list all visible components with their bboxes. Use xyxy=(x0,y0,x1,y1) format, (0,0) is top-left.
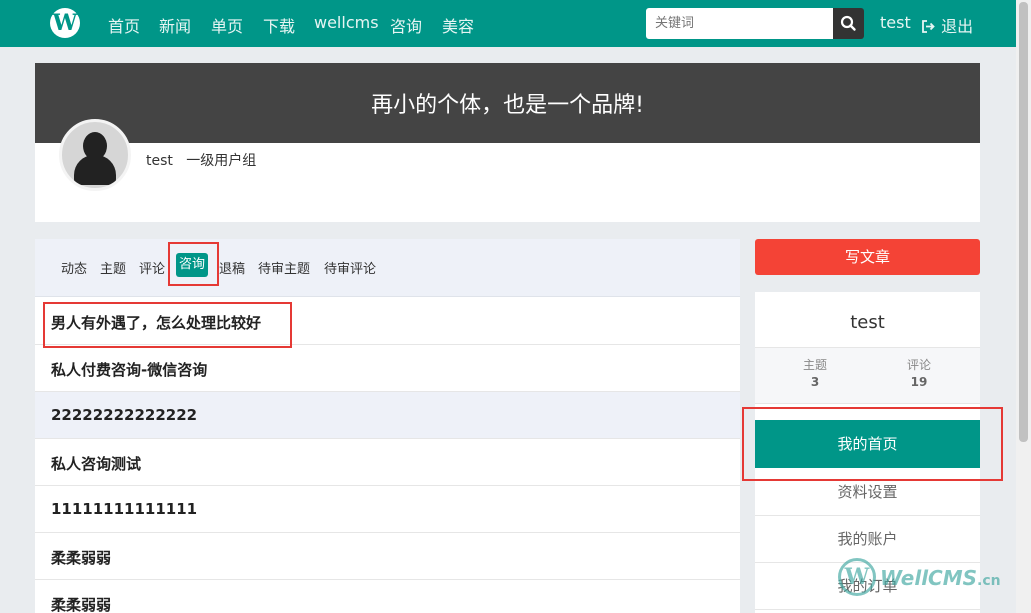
tab-threads[interactable]: 主题 xyxy=(100,258,126,277)
site-logo[interactable]: W xyxy=(50,8,80,38)
annotation-box-tab xyxy=(168,242,219,286)
stat-comments: 评论 19 xyxy=(879,356,959,389)
list-item[interactable]: 22222222222222 xyxy=(35,392,740,439)
list-item-title[interactable]: 私人付费咨询-微信咨询 xyxy=(51,359,207,380)
top-navbar: W 首页 新闻 单页 下载 wellcms 咨询 美容 test 退出 xyxy=(0,0,1016,47)
stat-threads: 主题 3 xyxy=(775,356,855,389)
tab-rejected[interactable]: 退稿 xyxy=(219,258,245,277)
tab-pending-comments[interactable]: 待审评论 xyxy=(324,258,376,277)
avatar-body-shape xyxy=(74,155,116,185)
side-username: test xyxy=(755,292,980,348)
tab-pending-threads[interactable]: 待审主题 xyxy=(258,258,310,277)
nav-item-page[interactable]: 单页 xyxy=(211,13,243,37)
stat-threads-label: 主题 xyxy=(802,358,827,372)
watermark-logo: W xyxy=(838,558,876,596)
search-button[interactable] xyxy=(833,8,864,39)
logout-link[interactable]: 退出 xyxy=(921,13,973,37)
annotation-box-item xyxy=(43,302,292,348)
nav-username[interactable]: test xyxy=(880,13,911,32)
nav-item-news[interactable]: 新闻 xyxy=(159,13,191,37)
list-item[interactable]: 柔柔弱弱 xyxy=(35,580,740,613)
logout-label: 退出 xyxy=(941,17,974,36)
nav-item-consult[interactable]: 咨询 xyxy=(390,13,422,37)
side-link-my-account[interactable]: 我的账户 xyxy=(755,516,980,563)
tab-comments[interactable]: 评论 xyxy=(139,258,165,277)
user-avatar[interactable] xyxy=(59,119,131,191)
list-item[interactable]: 私人咨询测试 xyxy=(35,439,740,486)
list-item-title[interactable]: 11111111111111 xyxy=(51,500,197,518)
nav-item-download[interactable]: 下载 xyxy=(263,13,295,37)
nav-item-wellcms[interactable]: wellcms xyxy=(314,13,379,32)
watermark-suffix: .cn xyxy=(977,573,1001,589)
search-icon xyxy=(840,15,856,31)
content-card: 动态 主题 评论 咨询 退稿 待审主题 待审评论 男人有外遇了，怎么处理比较好 … xyxy=(35,239,740,613)
profile-banner: 再小的个体，也是一个品牌! xyxy=(35,63,980,143)
list-item[interactable]: 11111111111111 xyxy=(35,486,740,533)
profile-info: test 一级用户组 xyxy=(146,150,256,170)
page-scrollbar[interactable] xyxy=(1016,0,1031,613)
banner-slogan: 再小的个体，也是一个品牌! xyxy=(371,93,644,118)
nav-item-home[interactable]: 首页 xyxy=(108,13,140,37)
list-item-title[interactable]: 22222222222222 xyxy=(51,406,197,424)
scrollbar-thumb[interactable] xyxy=(1019,2,1028,442)
profile-group: 一级用户组 xyxy=(186,153,257,169)
tab-activity[interactable]: 动态 xyxy=(61,258,87,277)
watermark-text: WellCMS.cn xyxy=(880,566,1001,590)
stat-threads-value: 3 xyxy=(810,375,820,389)
logout-icon xyxy=(922,20,935,33)
list-item-title[interactable]: 私人咨询测试 xyxy=(51,453,141,474)
user-stats: 主题 3 评论 19 xyxy=(755,348,980,404)
list-item-title[interactable]: 柔柔弱弱 xyxy=(51,547,111,568)
stat-comments-label: 评论 xyxy=(906,358,931,372)
search-input[interactable] xyxy=(646,8,834,39)
annotation-box-home xyxy=(742,407,1003,481)
tab-bar: 动态 主题 评论 咨询 退稿 待审主题 待审评论 xyxy=(35,239,740,297)
write-article-button[interactable]: 写文章 xyxy=(755,239,980,275)
profile-username: test xyxy=(146,153,173,169)
list-item[interactable]: 私人付费咨询-微信咨询 xyxy=(35,345,740,392)
watermark-brand: WellCMS xyxy=(880,566,978,590)
stat-comments-value: 19 xyxy=(910,375,928,389)
list-item-title[interactable]: 柔柔弱弱 xyxy=(51,594,111,613)
nav-item-beauty[interactable]: 美容 xyxy=(442,13,474,37)
list-item[interactable]: 柔柔弱弱 xyxy=(35,533,740,580)
